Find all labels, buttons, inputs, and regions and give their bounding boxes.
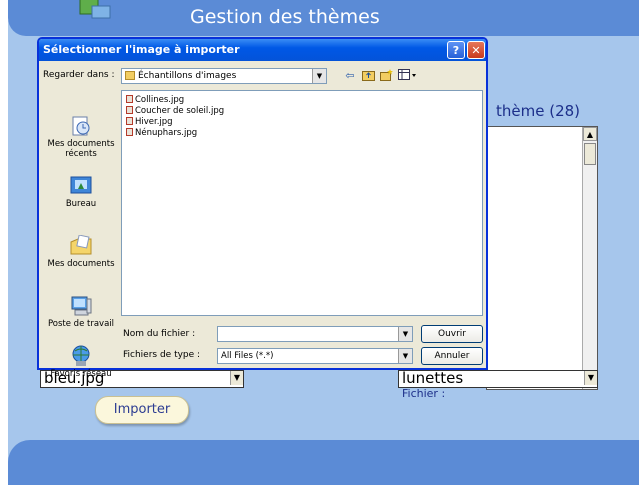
place-label: Bureau [65,199,97,209]
chevron-down-icon[interactable]: ▼ [398,327,412,341]
chevron-down-icon[interactable]: ▼ [312,69,326,83]
image-file-icon [126,117,133,125]
file-open-dialog: Sélectionner l'image à importer ? ✕ Rega… [37,37,488,379]
desktop-icon [70,176,92,194]
file-name: Collines.jpg [135,95,185,105]
image-file-icon [126,95,133,103]
view-menu-icon[interactable] [397,69,419,83]
back-arrow-icon[interactable]: ⇦ [343,69,357,83]
file-type-select[interactable]: All Files (*.*) ▼ [217,348,413,364]
my-documents-icon [70,235,92,255]
file-name: Nénuphars.jpg [135,128,198,138]
place-network[interactable]: Favoris réseau [41,345,121,379]
cancel-button[interactable]: Annuler [421,347,483,365]
place-my-documents[interactable]: Mes documents [41,235,121,269]
places-bar: Mes documents récents Bureau Mes documen… [41,89,121,379]
list-item[interactable]: Collines.jpg [126,95,184,106]
recent-documents-icon [72,116,90,136]
place-label: Mes documents récents [47,139,115,159]
file-name-input[interactable]: ▼ [217,326,413,342]
page-title: Gestion des thèmes [190,6,380,28]
place-recent-documents[interactable]: Mes documents récents [41,115,121,159]
list-item[interactable]: Coucher de soleil.jpg [126,106,224,117]
look-in-label: Regarder dans : [43,70,115,80]
list-item[interactable]: Hiver.jpg [126,117,173,128]
footer-band [8,440,639,485]
place-my-computer[interactable]: Poste de travail [41,295,121,329]
file-name: Hiver.jpg [135,117,173,127]
up-folder-icon[interactable] [361,69,375,83]
look-in-dropdown[interactable]: Échantillons d'images ▼ [121,68,327,84]
help-button[interactable]: ? [447,41,465,59]
file-list[interactable]: Collines.jpg Coucher de soleil.jpg Hiver… [121,90,483,316]
place-desktop[interactable]: Bureau [41,175,121,209]
network-places-icon [72,345,90,366]
file-name-label: Nom du fichier : [123,329,196,339]
scroll-thumb[interactable] [584,143,596,165]
themes-app-icon [79,0,111,19]
theme-list[interactable]: ▲ [486,126,598,390]
file-name: Coucher de soleil.jpg [135,106,225,116]
dialog-title-bar[interactable]: Sélectionner l'image à importer ? ✕ [39,39,486,61]
list-item[interactable]: Nénuphars.jpg [126,128,197,139]
look-in-value: Échantillons d'images [138,71,237,81]
chevron-down-icon[interactable]: ▼ [584,371,597,385]
close-button[interactable]: ✕ [467,41,485,59]
my-computer-icon [71,296,92,316]
theme-list-scrollbar[interactable]: ▲ [582,127,597,389]
new-folder-icon[interactable] [379,69,393,83]
chevron-down-icon[interactable]: ▼ [398,349,412,363]
file-type-value: All Files (*.*) [221,351,274,361]
file-label: Fichier : [402,387,446,400]
import-button[interactable]: Importer [95,396,189,424]
open-button[interactable]: Ouvrir [421,325,483,343]
icon-select-value: lunettes [402,370,464,387]
file-type-label: Fichiers de type : [123,350,201,360]
theme-count-label: thème (28) [496,102,581,120]
folder-icon [125,71,135,80]
place-label: Poste de travail [47,319,115,329]
dialog-title: Sélectionner l'image à importer [43,43,240,56]
image-file-icon [126,106,133,114]
chevron-down-icon[interactable]: ▼ [230,371,243,385]
scroll-up-icon[interactable]: ▲ [583,127,597,141]
image-file-icon [126,128,133,136]
place-label: Favoris réseau [50,369,112,379]
icon-select[interactable]: lunettes ▼ [398,370,598,388]
place-label: Mes documents [47,259,115,269]
